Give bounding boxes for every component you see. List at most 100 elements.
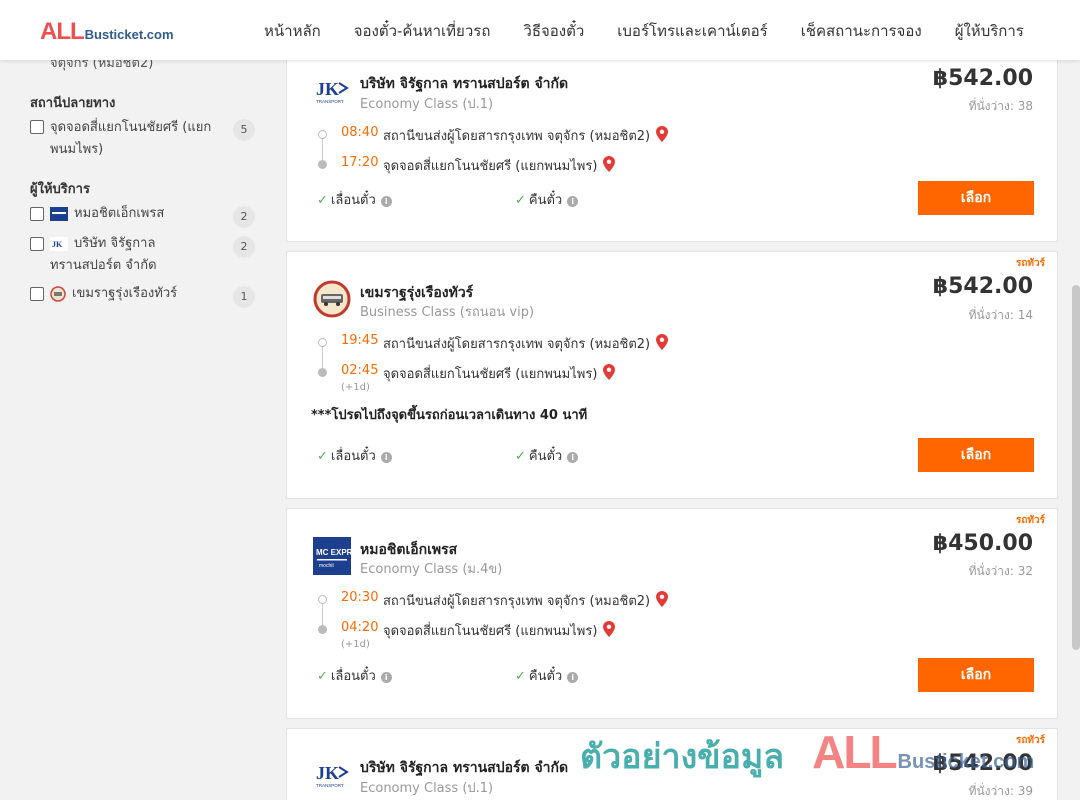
arrival-dot <box>318 625 327 634</box>
operator-count-badge: 2 <box>233 206 255 228</box>
scrollbar-thumb[interactable] <box>1072 285 1080 650</box>
arrival-stop: จุดจอดสี่แยกโนนชัยศรี (แยกพนมไพร) <box>383 155 616 176</box>
logo-domain: Busticket.com <box>84 27 174 42</box>
check-icon: ✓ <box>317 193 328 208</box>
operator-checkbox[interactable] <box>30 207 44 221</box>
map-pin-icon[interactable] <box>603 156 616 172</box>
filter-sidebar: จตุจักร (หมอชิต2) สถานีปลายทาง จุดจอดสี่… <box>0 56 270 800</box>
nav-home[interactable]: หน้าหลัก <box>264 19 321 43</box>
map-pin-icon[interactable] <box>603 364 616 380</box>
select-button[interactable]: เลือก <box>918 438 1034 472</box>
operator-filter-row: หมอชิตเอ็กเพรส <box>50 203 230 225</box>
destination-filter-label: จุดจอดสี่แยกโนนชัยศรี (แยกพนมไพร) <box>50 120 212 157</box>
svg-text:MC EXPRESS: MC EXPRESS <box>316 548 351 557</box>
operator-name: บริษัท จิรัฐกาล ทรานสปอร์ต จำกัด <box>360 760 569 776</box>
bus-class: Business Class (รถนอน vip) <box>360 305 535 320</box>
operator-name: บริษัท จิรัฐกาล ทรานสปอร์ต จำกัด <box>360 76 569 92</box>
bus-class: Economy Class (ม.4ข) <box>360 562 503 577</box>
destination-filter-item[interactable]: จุดจอดสี่แยกโนนชัยศรี (แยกพนมไพร) 5 <box>30 118 255 162</box>
operator-count-badge: 1 <box>233 286 255 308</box>
logo-all: ALL <box>40 18 85 45</box>
refund-label: คืนตั๋ว <box>528 449 563 464</box>
reschedule-feature: ✓ เลื่อนตั๋ว i <box>317 445 392 466</box>
bus-class: Economy Class (ป.1) <box>360 781 494 796</box>
operator-filter-label: หมอชิตเอ็กเพรส <box>74 206 165 221</box>
reschedule-feature: ✓ เลื่อนตั๋ว i <box>317 189 392 210</box>
departure-time: 20:30 <box>341 590 379 605</box>
operator-count-badge: 2 <box>233 236 255 258</box>
operator-filter-row: เขมราฐรุ่งเรืองทัวร์ <box>50 283 230 305</box>
mc-express-logo-icon: MC EXPRESS mochit <box>313 537 351 575</box>
nav-how-to-book[interactable]: วิธีจองตั๋ว <box>523 19 584 43</box>
refund-label: คืนตั๋ว <box>528 669 563 684</box>
jk-mini-logo-icon: JK <box>50 236 68 251</box>
mc-express-mini-logo-icon <box>50 206 68 221</box>
check-icon: ✓ <box>515 193 526 208</box>
departure-stop-name: สถานีขนส่งผู้โดยสารกรุงเทพ จตุจักร (หมอช… <box>383 594 651 609</box>
svg-text:JK: JK <box>52 240 63 249</box>
price: ฿450.00 <box>932 531 1033 556</box>
bus-type-tag: รถทัวร์ <box>1015 515 1045 526</box>
trip-card: JK TRANSPORT บริษัท จิรัฐกาล ทรานสปอร์ต จ… <box>286 50 1058 242</box>
destination-filter-title: สถานีปลายทาง <box>30 96 116 111</box>
route-line <box>322 139 323 160</box>
reschedule-label: เลื่อนตั๋ว <box>330 669 376 684</box>
map-pin-icon[interactable] <box>603 621 616 637</box>
arrival-stop: จุดจอดสี่แยกโนนชัยศรี (แยกพนมไพร) <box>383 363 616 384</box>
destination-checkbox[interactable] <box>30 120 44 134</box>
svg-text:JK: JK <box>316 763 339 783</box>
check-icon: ✓ <box>515 449 526 464</box>
nav-contact-counters[interactable]: เบอร์โทรและเคาน์เตอร์ <box>617 19 767 43</box>
site-logo[interactable]: ALL Busticket.com <box>40 18 174 46</box>
map-pin-icon[interactable] <box>656 126 669 142</box>
arrival-time: 04:20 <box>341 620 379 635</box>
operator-filter-label: เขมราฐรุ่งเรืองทัวร์ <box>72 286 178 301</box>
check-icon: ✓ <box>515 669 526 684</box>
arrival-time: 17:20 <box>341 155 379 170</box>
arrival-dot <box>318 368 327 377</box>
boarding-note: ***โปรดไปถึงจุดขึ้นรถก่อนเวลาเดินทาง 40 … <box>311 408 588 423</box>
info-icon[interactable]: i <box>567 452 579 463</box>
svg-text:mochit: mochit <box>319 563 334 569</box>
info-icon[interactable]: i <box>380 196 392 207</box>
check-icon: ✓ <box>317 669 328 684</box>
arrival-time: 02:45 <box>341 363 379 378</box>
nav-check-booking[interactable]: เช็คสถานะการจอง <box>801 19 922 43</box>
nav-operators[interactable]: ผู้ให้บริการ <box>955 19 1024 43</box>
seats-available: ที่นั่งว่าง: 14 <box>968 308 1033 322</box>
refund-feature: ✓ คืนตั๋ว i <box>515 445 579 466</box>
info-icon[interactable]: i <box>380 672 392 683</box>
select-button[interactable]: เลือก <box>918 181 1034 215</box>
nav-book-search[interactable]: จองตั๋ว-ค้นหาเที่ยวรถ <box>354 19 491 43</box>
operator-filter-item[interactable]: หมอชิตเอ็กเพรส 2 <box>30 205 255 229</box>
bus-type-tag: รถทัวร์ <box>1015 735 1045 746</box>
seats-available: ที่นั่งว่าง: 32 <box>968 564 1033 578</box>
operator-filter-item[interactable]: เขมราฐรุ่งเรืองทัวร์ 1 <box>30 285 255 309</box>
map-pin-icon[interactable] <box>656 334 669 350</box>
bus-type-tag: รถทัวร์ <box>1015 258 1045 269</box>
departure-stop: สถานีขนส่งผู้โดยสารกรุงเทพ จตุจักร (หมอช… <box>383 590 669 611</box>
operator-checkbox[interactable] <box>30 287 44 301</box>
info-icon[interactable]: i <box>567 672 579 683</box>
refund-label: คืนตั๋ว <box>528 193 563 208</box>
departure-time: 19:45 <box>341 333 379 348</box>
svg-text:TRANSPORT: TRANSPORT <box>316 99 344 104</box>
price: ฿542.00 <box>932 274 1033 299</box>
operator-filter-item[interactable]: JK บริษัท จิรัฐกาล ทรานสปอร์ต จำกัด 2 <box>30 235 255 281</box>
khemarat-logo-icon <box>313 280 351 318</box>
map-pin-icon[interactable] <box>656 591 669 607</box>
seats-available: ที่นั่งว่าง: 39 <box>968 784 1033 798</box>
select-button[interactable]: เลือก <box>918 658 1034 692</box>
departure-stop: สถานีขนส่งผู้โดยสารกรุงเทพ จตุจักร (หมอช… <box>383 333 669 354</box>
check-icon: ✓ <box>317 449 328 464</box>
reschedule-label: เลื่อนตั๋ว <box>330 193 376 208</box>
price: ฿542.00 <box>932 751 1033 776</box>
operator-filter-row: JK บริษัท จิรัฐกาล ทรานสปอร์ต จำกัด <box>50 233 215 277</box>
info-icon[interactable]: i <box>380 452 392 463</box>
operator-checkbox[interactable] <box>30 237 44 251</box>
departure-time: 08:40 <box>341 125 379 140</box>
info-icon[interactable]: i <box>567 196 579 207</box>
bus-class: Economy Class (ป.1) <box>360 97 494 112</box>
departure-stop: สถานีขนส่งผู้โดยสารกรุงเทพ จตุจักร (หมอช… <box>383 125 669 146</box>
jk-transport-logo-icon: JK TRANSPORT <box>313 755 351 793</box>
